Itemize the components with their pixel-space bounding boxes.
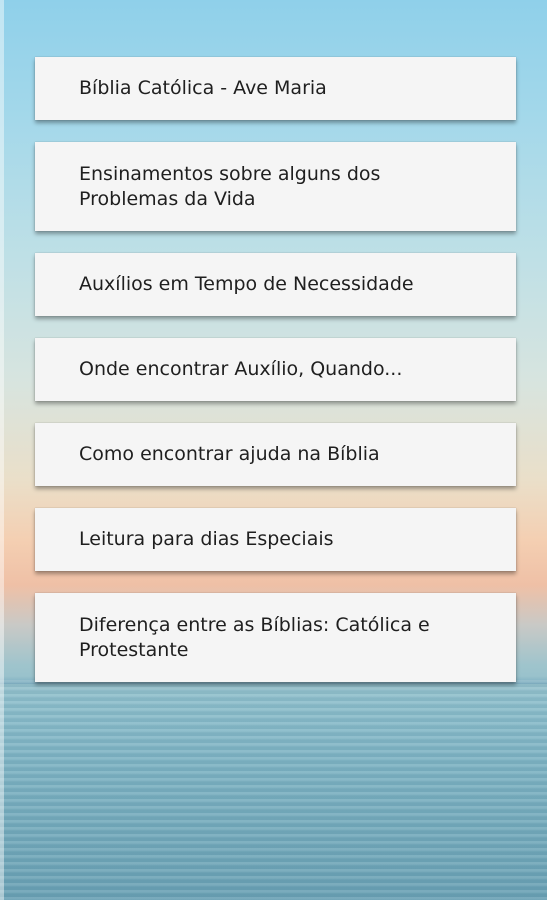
menu-item-label: Bíblia Católica - Ave Maria (79, 77, 327, 99)
menu-item-auxilios[interactable]: Auxílios em Tempo de Necessidade (35, 253, 516, 316)
menu-item-label: Como encontrar ajuda na Bíblia (79, 443, 380, 465)
menu-item-onde-encontrar[interactable]: Onde encontrar Auxílio, Quando... (35, 338, 516, 401)
sea-texture (0, 680, 547, 900)
menu-item-ensinamentos[interactable]: Ensinamentos sobre alguns dos Problemas … (35, 142, 516, 231)
menu-item-label: Onde encontrar Auxílio, Quando... (79, 358, 403, 380)
menu-item-leitura-dias-especiais[interactable]: Leitura para dias Especiais (35, 508, 516, 571)
menu-item-label: Ensinamentos sobre alguns dos Problemas … (79, 162, 381, 210)
main-menu-list: Bíblia Católica - Ave Maria Ensinamentos… (35, 57, 516, 704)
menu-item-diferenca-biblias[interactable]: Diferença entre as Bíblias: Católica e P… (35, 593, 516, 682)
left-edge-highlight (0, 0, 4, 900)
menu-item-biblia-catolica[interactable]: Bíblia Católica - Ave Maria (35, 57, 516, 120)
menu-item-label: Auxílios em Tempo de Necessidade (79, 273, 414, 295)
menu-item-label: Diferença entre as Bíblias: Católica e P… (79, 613, 430, 661)
menu-item-label: Leitura para dias Especiais (79, 528, 334, 550)
menu-item-como-encontrar[interactable]: Como encontrar ajuda na Bíblia (35, 423, 516, 486)
